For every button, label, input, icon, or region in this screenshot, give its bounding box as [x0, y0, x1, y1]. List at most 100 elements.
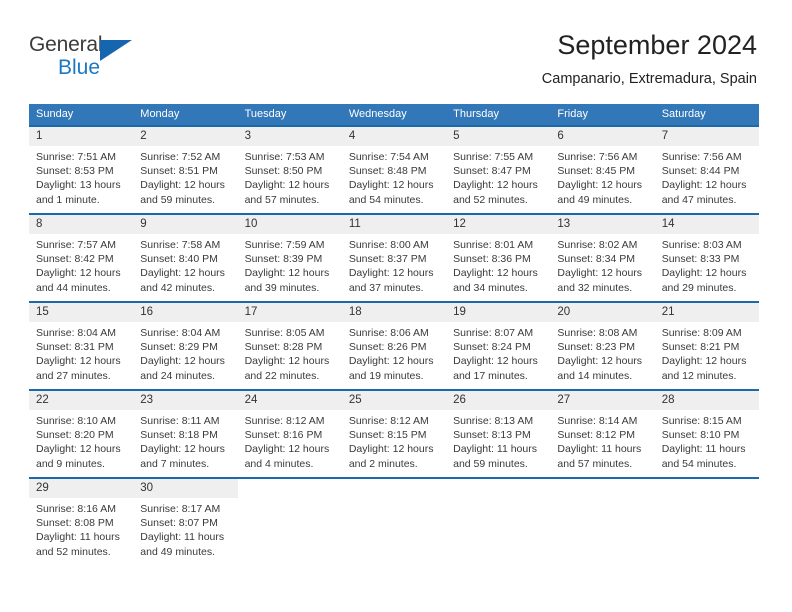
daylight-text: Daylight: 11 hours and 54 minutes.	[661, 443, 746, 470]
day-number: 29	[36, 482, 49, 494]
day-number-band: 30	[133, 479, 238, 498]
sunset-text: Sunset: 8:39 PM	[244, 253, 323, 266]
day-details: Sunrise: 8:10 AM Sunset: 8:20 PM Daylight:…	[29, 410, 133, 471]
day-cell[interactable]: 2 Sunrise: 7:52 AM Sunset: 8:51 PM Daylight…	[133, 127, 238, 213]
day-cell[interactable]: 26 Sunrise: 8:13 AM Sunset: 8:13 PM Dayligh…	[446, 391, 551, 477]
sunrise-text: Sunrise: 7:54 AM	[348, 151, 429, 163]
day-number: 11	[348, 218, 361, 230]
sunrise-text: Sunrise: 7:51 AM	[36, 151, 116, 163]
sunrise-text: Sunrise: 8:08 AM	[557, 327, 638, 339]
day-cell[interactable]: 8 Sunrise: 7:57 AM Sunset: 8:42 PM Daylight…	[29, 215, 134, 301]
daylight-text: Daylight: 12 hours and 42 minutes.	[140, 267, 225, 294]
day-number: 8	[36, 218, 43, 230]
day-cell[interactable]: 22 Sunrise: 8:10 AM Sunset: 8:20 PM Dayligh…	[29, 391, 134, 477]
general-blue-logo[interactable]: General Blue	[29, 34, 149, 86]
day-number: 4	[348, 130, 356, 142]
day-cell[interactable]: 20 Sunrise: 8:08 AM Sunset: 8:23 PM Dayligh…	[550, 303, 655, 389]
daylight-text: Daylight: 11 hours and 59 minutes.	[453, 443, 537, 470]
empty-day-cell	[446, 479, 551, 563]
day-cell[interactable]: 9 Sunrise: 7:58 AM Sunset: 8:40 PM Daylight…	[133, 215, 238, 301]
day-details: Sunrise: 7:53 AM Sunset: 8:50 PM Daylight:…	[238, 146, 342, 207]
sunrise-text: Sunrise: 8:07 AM	[453, 327, 534, 339]
daylight-text: Daylight: 13 hours and 1 minute.	[36, 179, 121, 206]
day-details: Sunrise: 7:54 AM Sunset: 8:48 PM Daylight:…	[342, 146, 446, 207]
weekday-header-sunday: Sunday	[36, 108, 74, 120]
daylight-text: Daylight: 12 hours and 22 minutes.	[244, 355, 330, 382]
day-cell[interactable]: 3 Sunrise: 7:53 AM Sunset: 8:50 PM Daylight…	[237, 127, 342, 213]
day-cell[interactable]: 11 Sunrise: 8:00 AM Sunset: 8:37 PM Dayligh…	[341, 215, 447, 301]
empty-day-cell	[341, 479, 447, 563]
sunset-text: Sunset: 8:21 PM	[661, 341, 740, 354]
day-cell[interactable]: 25 Sunrise: 8:12 AM Sunset: 8:15 PM Dayligh…	[341, 391, 447, 477]
daylight-text: Daylight: 12 hours and 29 minutes.	[661, 267, 747, 294]
day-cell[interactable]: 28 Sunrise: 8:15 AM Sunset: 8:10 PM Dayligh…	[654, 391, 759, 477]
sunset-text: Sunset: 8:37 PM	[348, 253, 427, 266]
sunset-text: Sunset: 8:48 PM	[348, 165, 427, 178]
day-number: 22	[36, 394, 49, 406]
sunrise-text: Sunrise: 8:05 AM	[244, 327, 325, 339]
page-title: September 2024	[557, 30, 757, 60]
triangle-icon	[100, 40, 132, 61]
day-cell[interactable]: 4 Sunrise: 7:54 AM Sunset: 8:48 PM Daylight…	[341, 127, 447, 213]
day-cell[interactable]: 5 Sunrise: 7:55 AM Sunset: 8:47 PM Daylight…	[446, 127, 551, 213]
day-cell[interactable]: 17 Sunrise: 8:05 AM Sunset: 8:28 PM Dayligh…	[237, 303, 342, 389]
day-details: Sunrise: 7:51 AM Sunset: 8:53 PM Daylight:…	[29, 146, 133, 207]
day-number: 1	[36, 130, 43, 142]
day-details: Sunrise: 8:12 AM Sunset: 8:16 PM Daylight:…	[238, 410, 342, 471]
day-number-band: 5	[446, 127, 551, 146]
week-row: 22 Sunrise: 8:10 AM Sunset: 8:20 PM Dayligh…	[29, 389, 759, 477]
day-details: Sunrise: 8:13 AM Sunset: 8:13 PM Daylight:…	[446, 410, 550, 471]
day-cell[interactable]: 30 Sunrise: 8:17 AM Sunset: 8:07 PM Dayligh…	[133, 479, 238, 563]
day-cell[interactable]: 10 Sunrise: 7:59 AM Sunset: 8:39 PM Dayligh…	[237, 215, 342, 301]
sunset-text: Sunset: 8:16 PM	[244, 429, 323, 442]
day-details: Sunrise: 8:01 AM Sunset: 8:36 PM Daylight:…	[446, 234, 550, 295]
day-number: 6	[557, 130, 564, 142]
day-details: Sunrise: 7:57 AM Sunset: 8:42 PM Daylight:…	[29, 234, 133, 295]
sunrise-text: Sunrise: 8:06 AM	[348, 327, 429, 339]
day-cell[interactable]: 6 Sunrise: 7:56 AM Sunset: 8:45 PM Daylight…	[550, 127, 655, 213]
day-cell[interactable]: 13 Sunrise: 8:02 AM Sunset: 8:34 PM Dayligh…	[550, 215, 655, 301]
day-cell[interactable]: 27 Sunrise: 8:14 AM Sunset: 8:12 PM Dayligh…	[550, 391, 655, 477]
day-number-band: 11	[341, 215, 447, 234]
day-cell[interactable]: 1 Sunrise: 7:51 AM Sunset: 8:53 PM Daylight…	[29, 127, 134, 213]
day-number-band: 13	[550, 215, 655, 234]
daylight-text: Daylight: 12 hours and 14 minutes.	[557, 355, 643, 382]
day-cell[interactable]: 19 Sunrise: 8:07 AM Sunset: 8:24 PM Dayligh…	[446, 303, 551, 389]
day-cell[interactable]: 16 Sunrise: 8:04 AM Sunset: 8:29 PM Dayligh…	[133, 303, 238, 389]
day-details: Sunrise: 8:14 AM Sunset: 8:12 PM Daylight:…	[550, 410, 654, 471]
day-number: 21	[661, 306, 675, 318]
day-cell[interactable]: 12 Sunrise: 8:01 AM Sunset: 8:36 PM Dayligh…	[446, 215, 551, 301]
day-cell[interactable]: 18 Sunrise: 8:06 AM Sunset: 8:26 PM Dayligh…	[341, 303, 447, 389]
day-cell[interactable]: 14 Sunrise: 8:03 AM Sunset: 8:33 PM Dayligh…	[654, 215, 759, 301]
day-number: 27	[557, 394, 571, 406]
sunrise-text: Sunrise: 7:55 AM	[453, 151, 534, 163]
day-cell[interactable]: 7 Sunrise: 7:56 AM Sunset: 8:44 PM Daylight…	[654, 127, 759, 213]
day-number: 14	[661, 218, 675, 230]
day-details: Sunrise: 8:16 AM Sunset: 8:08 PM Daylight:…	[29, 498, 133, 559]
sunset-text: Sunset: 8:20 PM	[36, 429, 114, 442]
day-number-band: 14	[654, 215, 759, 234]
sunrise-text: Sunrise: 8:03 AM	[661, 239, 742, 251]
daylight-text: Daylight: 12 hours and 44 minutes.	[36, 267, 121, 294]
day-cell[interactable]: 23 Sunrise: 8:11 AM Sunset: 8:18 PM Dayligh…	[133, 391, 238, 477]
day-number-band: 9	[133, 215, 238, 234]
day-number: 5	[453, 130, 460, 142]
day-number-band: 10	[237, 215, 342, 234]
sunset-text: Sunset: 8:29 PM	[140, 341, 218, 354]
sunrise-text: Sunrise: 7:58 AM	[140, 239, 221, 251]
weekday-header-tuesday: Tuesday	[244, 108, 287, 120]
day-cell[interactable]: 15 Sunrise: 8:04 AM Sunset: 8:31 PM Dayligh…	[29, 303, 134, 389]
sunrise-text: Sunrise: 7:52 AM	[140, 151, 221, 163]
sunrise-text: Sunrise: 7:59 AM	[244, 239, 325, 251]
day-cell[interactable]: 24 Sunrise: 8:12 AM Sunset: 8:16 PM Dayligh…	[237, 391, 342, 477]
daylight-text: Daylight: 12 hours and 39 minutes.	[244, 267, 330, 294]
day-number-band: 17	[237, 303, 342, 322]
sunset-text: Sunset: 8:10 PM	[661, 429, 740, 442]
sunset-text: Sunset: 8:44 PM	[661, 165, 740, 178]
day-cell[interactable]: 29 Sunrise: 8:16 AM Sunset: 8:08 PM Dayligh…	[29, 479, 134, 563]
sunrise-text: Sunrise: 8:12 AM	[348, 415, 429, 427]
day-number-band: 6	[550, 127, 655, 146]
day-number: 3	[244, 130, 251, 142]
day-cell[interactable]: 21 Sunrise: 8:09 AM Sunset: 8:21 PM Dayligh…	[654, 303, 759, 389]
day-details: Sunrise: 7:59 AM Sunset: 8:39 PM Daylight:…	[238, 234, 342, 295]
